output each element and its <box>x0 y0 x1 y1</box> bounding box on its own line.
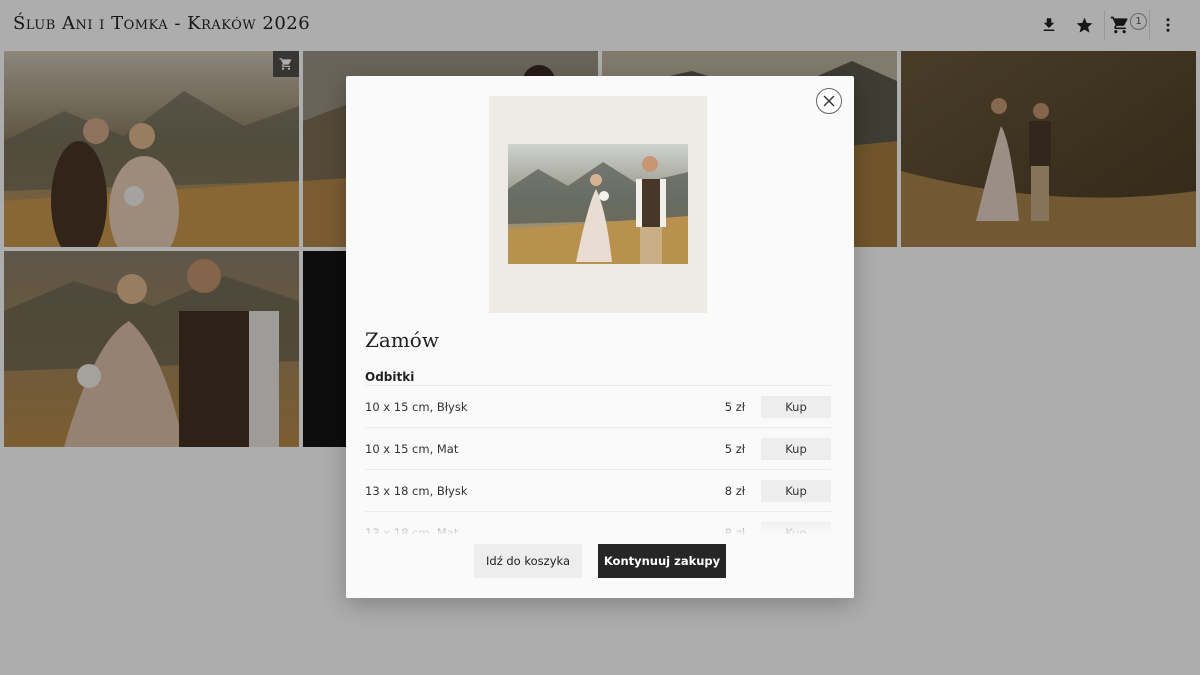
continue-shopping-button[interactable]: Kontynuuj zakupy <box>598 544 726 578</box>
buy-button[interactable]: Kup <box>761 438 831 460</box>
section-label: Odbitki <box>365 370 415 384</box>
modal-footer: Idź do koszyka Kontynuuj zakupy <box>346 534 854 598</box>
product-price: 5 zł <box>724 400 745 414</box>
product-row: 10 x 15 cm, Błysk 5 zł Kup <box>365 385 831 427</box>
product-size: 10 x 15 cm, Mat <box>365 442 459 456</box>
modal-title: Zamów <box>365 328 439 352</box>
buy-button[interactable]: Kup <box>761 480 831 502</box>
print-preview <box>489 96 707 313</box>
preview-photo <box>508 144 688 264</box>
buy-button[interactable]: Kup <box>761 396 831 418</box>
product-price: 8 zł <box>724 484 745 498</box>
product-size: 13 x 18 cm, Błysk <box>365 484 468 498</box>
close-icon <box>823 95 835 107</box>
close-button[interactable] <box>816 88 842 114</box>
order-modal: Zamów Odbitki 10 x 15 cm, Błysk 5 zł Kup… <box>346 76 854 598</box>
product-size: 10 x 15 cm, Błysk <box>365 400 468 414</box>
product-price: 5 zł <box>724 442 745 456</box>
product-row: 10 x 15 cm, Mat 5 zł Kup <box>365 427 831 469</box>
go-to-cart-button[interactable]: Idź do koszyka <box>474 544 582 578</box>
product-row: 13 x 18 cm, Błysk 8 zł Kup <box>365 469 831 511</box>
product-list: 10 x 15 cm, Błysk 5 zł Kup 10 x 15 cm, M… <box>365 385 831 553</box>
